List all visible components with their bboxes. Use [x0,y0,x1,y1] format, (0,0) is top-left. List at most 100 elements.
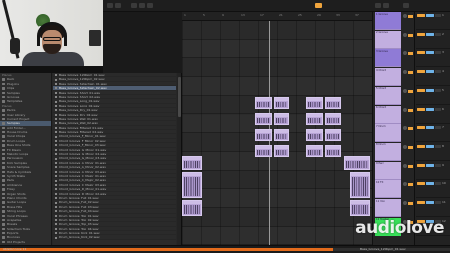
browser-scrollbar[interactable] [177,73,181,245]
clip-slot[interactable]: 2 Groove [375,30,401,49]
pan-knob[interactable] [403,182,407,187]
arm-button[interactable] [435,107,441,111]
audio-clip[interactable] [306,113,323,125]
play-button[interactable] [131,3,137,8]
activator-button[interactable] [417,88,425,92]
tap-button[interactable] [107,3,113,8]
volume-field[interactable] [408,145,413,149]
clip-slot[interactable]: 9 Perc [375,161,401,180]
arrangement-view[interactable]: 1 5 9 13 17 21 25 29 33 37 [182,12,372,245]
audio-clip[interactable] [274,145,289,157]
arm-button[interactable] [435,70,441,74]
audio-clip[interactable] [325,145,341,157]
solo-button[interactable] [426,201,434,204]
volume-field[interactable] [408,164,413,168]
audio-clip[interactable] [182,200,202,216]
audio-clip[interactable] [182,172,202,198]
scroll-thumb[interactable] [177,77,181,117]
audio-clip[interactable] [274,113,289,125]
audio-clip[interactable] [255,113,272,125]
audio-clip[interactable] [255,145,272,157]
pan-knob[interactable] [403,88,407,93]
volume-field[interactable] [408,15,413,18]
arm-button[interactable] [435,144,441,148]
solo-button[interactable] [426,14,434,17]
volume-field[interactable] [408,71,413,75]
clip-slot[interactable]: 6 Chord [375,105,401,124]
volume-field[interactable] [408,202,413,205]
volume-field[interactable] [408,108,413,112]
arm-button[interactable] [435,201,441,204]
audio-clip[interactable] [182,156,202,170]
volume-field[interactable] [408,52,413,56]
pan-knob[interactable] [403,14,407,18]
clip-slot[interactable]: 5 Chord [375,86,401,105]
pan-knob[interactable] [403,107,407,112]
activator-button[interactable] [417,32,425,36]
audio-clip[interactable] [350,200,370,216]
audio-clip[interactable] [325,97,341,109]
pan-knob[interactable] [403,201,407,205]
solo-button[interactable] [426,107,434,111]
arm-button[interactable] [435,182,441,186]
arm-button[interactable] [435,126,441,130]
volume-field[interactable] [408,183,413,187]
solo-button[interactable] [426,126,434,130]
clip-slot[interactable]: 8 Drum [375,142,401,161]
clip-slot[interactable]: 7 Drum [375,124,401,143]
audio-clip[interactable] [325,129,341,141]
audio-clip[interactable] [344,156,370,170]
audio-clip[interactable] [255,129,272,141]
activator-button[interactable] [417,107,425,111]
metronome-icon[interactable] [115,3,121,8]
audio-clip[interactable] [274,97,289,109]
clip-slot[interactable]: 11 Vox [375,199,401,217]
audio-clip[interactable] [306,129,323,141]
solo-button[interactable] [426,32,434,36]
place-item[interactable]: Templates [0,99,51,103]
pan-knob[interactable] [403,51,407,56]
audio-clip[interactable] [306,145,323,157]
activator-button[interactable] [417,144,425,148]
volume-field[interactable] [408,127,413,131]
stop-button[interactable] [139,3,145,8]
arm-button[interactable] [435,88,441,92]
solo-button[interactable] [426,144,434,148]
solo-button[interactable] [426,182,434,186]
clip-slot[interactable]: 10 FX [375,180,401,199]
audio-clip[interactable] [274,129,289,141]
timeline-ruler[interactable]: 1 5 9 13 17 21 25 29 33 37 [182,12,372,21]
pan-knob[interactable] [403,144,407,149]
arm-button[interactable] [435,51,441,55]
audio-clip[interactable] [306,97,323,109]
activator-button[interactable] [417,201,425,204]
activator-button[interactable] [417,51,425,55]
audio-clip[interactable] [325,113,341,125]
solo-button[interactable] [426,163,434,167]
clip-slot[interactable]: 3 Groove [375,49,401,68]
pan-knob[interactable] [403,70,407,75]
record-button[interactable] [147,3,153,8]
activator-button[interactable] [417,182,425,186]
activator-button[interactable] [417,14,425,17]
pan-knob[interactable] [403,126,407,131]
activator-button[interactable] [417,70,425,74]
pan-knob[interactable] [403,163,407,168]
clip-slot[interactable]: 1 Groove [375,12,401,30]
activator-button[interactable] [417,163,425,167]
solo-button[interactable] [426,88,434,92]
audio-clip[interactable] [255,97,272,109]
solo-button[interactable] [426,51,434,55]
audio-clip[interactable] [350,172,370,198]
midi-map-button[interactable] [383,3,389,8]
arm-button[interactable] [435,163,441,167]
solo-button[interactable] [426,70,434,74]
volume-field[interactable] [408,89,413,93]
clip-slot[interactable]: 4 Chord [375,68,401,87]
pan-knob[interactable] [403,32,407,37]
arm-button[interactable] [435,32,441,36]
place-item[interactable]: Old Projects [0,240,51,244]
arm-button[interactable] [435,14,441,17]
activator-button[interactable] [417,126,425,130]
file-row[interactable]: Drum_Groove_Kick_02.wav [53,235,176,240]
